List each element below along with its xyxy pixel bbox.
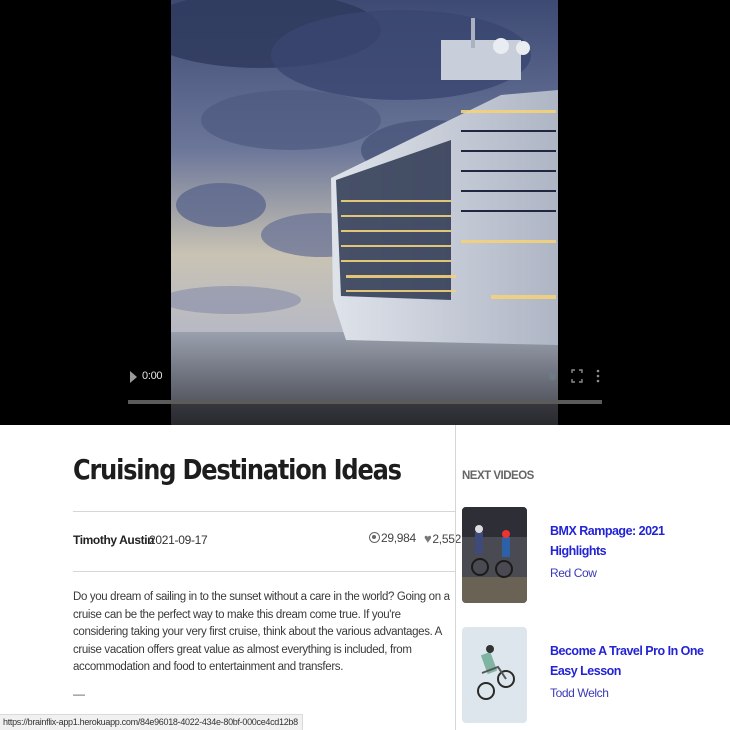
video-controls: 0:00 [118,362,612,410]
sidebar-divider [455,425,456,730]
video-progress-bar[interactable] [128,400,602,404]
next-videos-heading: NEXT VIDEOS [462,470,534,482]
browser-status-url: https://brainflix-app1.herokuapp.com/84e… [0,714,303,730]
fullscreen-icon[interactable] [570,368,584,384]
divider [73,571,455,572]
bmx-riders-thumbnail[interactable] [462,507,527,603]
views-value: 29,984 [381,531,416,545]
next-video-item[interactable]: BMX Rampage: 2021 Highlights Red Cow [462,507,722,603]
views-count: 29,984 [369,531,416,545]
more-options-icon[interactable] [593,368,603,384]
divider [73,511,455,512]
likes-icon: ♥ [424,531,432,546]
video-time: 0:00 [142,370,163,382]
volume-icon[interactable] [546,368,560,384]
section-separator: — [73,687,85,701]
next-video-author: Todd Welch [550,686,609,700]
views-icon [369,532,380,543]
next-video-author: Red Cow [550,566,597,580]
next-video-title[interactable]: Become A Travel Pro In One Easy Lesson [550,641,710,681]
video-author: Timothy Austin [73,533,155,547]
next-video-title[interactable]: BMX Rampage: 2021 Highlights [550,521,710,561]
video-description: Do you dream of sailing in to the sunset… [73,591,450,673]
bmx-jump-thumbnail[interactable] [462,627,527,723]
video-date: 2021-09-17 [149,533,208,547]
likes-value: 2,552 [432,532,461,546]
next-video-item[interactable]: Become A Travel Pro In One Easy Lesson T… [462,627,722,723]
video-meta: Timothy Austin 2021-09-17 29,984 ♥2,552 [73,527,461,553]
video-title: Cruising Destination Ideas [73,453,402,486]
play-icon[interactable] [128,370,140,384]
video-player[interactable]: 0:00 [0,0,730,425]
